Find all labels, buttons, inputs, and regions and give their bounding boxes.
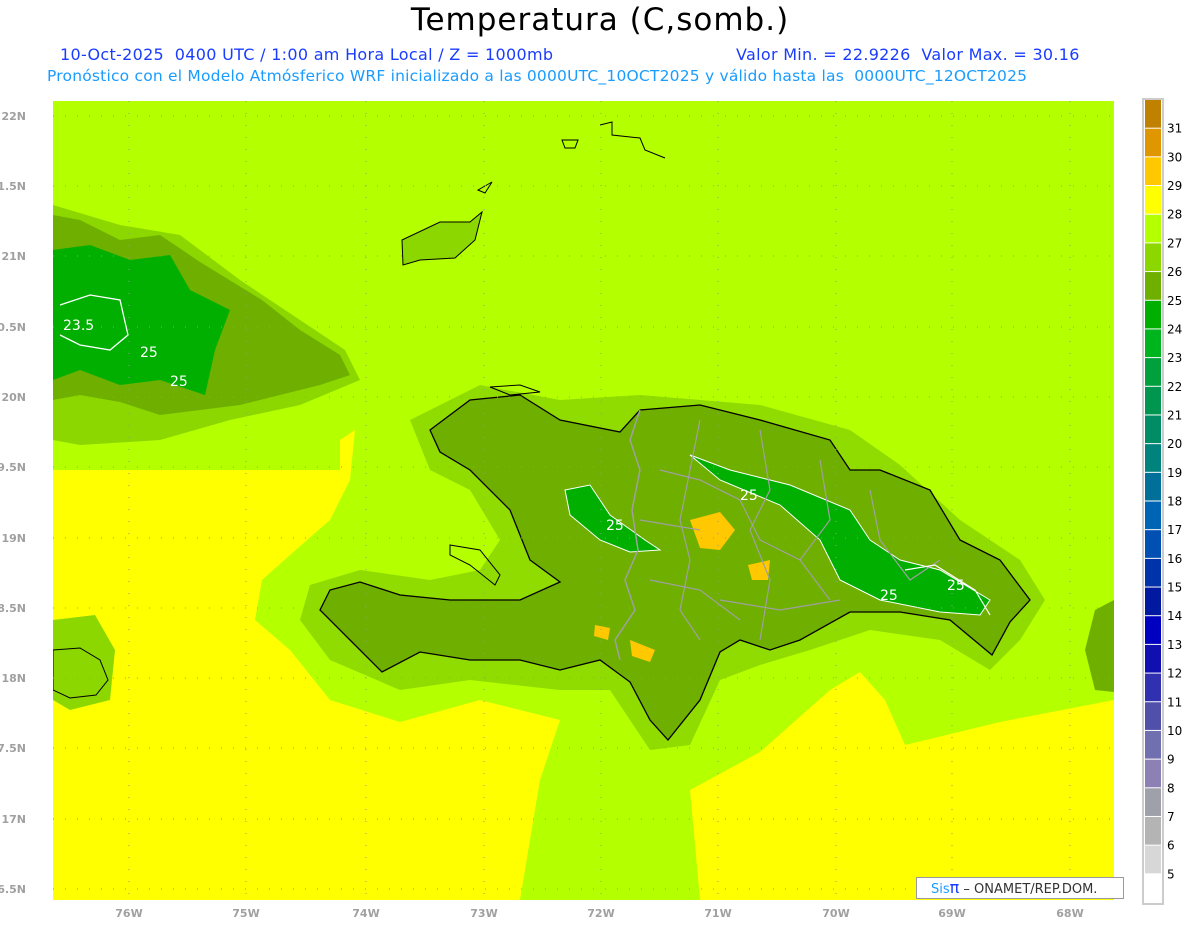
colorbar-swatch	[1145, 530, 1161, 558]
colorbar-label: 11	[1167, 695, 1182, 709]
colorbar-label: 12	[1167, 667, 1182, 681]
temperature-map: 23.5 25 25 25 25 25 25 76W 75W 74W 73W 72W 71…	[0, 98, 1182, 920]
contour-label: 25	[880, 588, 898, 604]
contour-label: 25	[947, 578, 965, 594]
colorbar-swatch	[1145, 644, 1161, 673]
lon-tick-label: 70W	[822, 907, 849, 920]
lat-tick-label: 6.5N	[0, 883, 26, 896]
colorbar-label: 16	[1167, 552, 1182, 566]
credit-org: – ONAMET/REP.DOM.	[959, 882, 1098, 897]
lat-tick-label: 22N	[1, 110, 26, 123]
contour-label: 25	[170, 374, 188, 390]
colorbar-swatch	[1145, 157, 1161, 186]
colorbar-swatch	[1145, 788, 1161, 816]
colorbar-swatch	[1145, 300, 1161, 329]
lon-tick-label: 75W	[232, 907, 259, 920]
colorbar-swatch	[1145, 358, 1161, 386]
colorbar-swatch	[1145, 386, 1161, 415]
colorbar-label: 6	[1167, 839, 1175, 853]
colorbar-label: 27	[1167, 236, 1182, 250]
colorbar-label: 20	[1167, 437, 1182, 451]
credit-box: Sisπ – ONAMET/REP.DOM.	[916, 877, 1124, 899]
lat-tick-label: 7.5N	[0, 742, 26, 755]
lat-tick-label: 18N	[1, 672, 26, 685]
colorbar-swatch	[1145, 673, 1161, 702]
colorbar-label: 7	[1167, 810, 1175, 824]
colorbar-swatch	[1145, 272, 1161, 300]
colorbar-label: 19	[1167, 466, 1182, 480]
colorbar-swatch	[1145, 558, 1161, 587]
latitude-labels: 22N 1.5N 21N 0.5N 20N 9.5N 19N 8.5N 18N 7.5N 17N 6.…	[0, 110, 26, 896]
colorbar-label: 9	[1167, 753, 1175, 767]
colorbar-swatch	[1145, 730, 1161, 759]
colorbar-swatch	[1145, 444, 1161, 472]
colorbar-label: 23	[1167, 351, 1182, 365]
colorbar-label: 14	[1167, 609, 1182, 623]
min-max-values: Valor Min. = 22.9226 Valor Max. = 30.16	[736, 45, 1080, 64]
colorbar-swatch	[1145, 415, 1161, 444]
colorbar-label: 25	[1167, 294, 1182, 308]
colorbar-label: 29	[1167, 179, 1182, 193]
colorbar-swatch	[1145, 329, 1161, 358]
colorbar-label: 31	[1167, 122, 1182, 136]
lon-tick-label: 74W	[352, 907, 379, 920]
contour-label: 25	[606, 518, 624, 534]
colorbar-swatch	[1145, 616, 1161, 644]
colorbar-label: 24	[1167, 322, 1182, 336]
longitude-labels: 76W 75W 74W 73W 72W 71W 70W 69W 68W	[115, 907, 1083, 920]
colorbar-swatch	[1145, 501, 1161, 530]
lat-tick-label: 8.5N	[0, 602, 26, 615]
colorbar-label: 18	[1167, 495, 1182, 509]
contour-label: 25	[140, 345, 158, 361]
colorbar-swatch	[1145, 214, 1161, 243]
lon-tick-label: 73W	[470, 907, 497, 920]
contour-label: 23.5	[63, 318, 94, 334]
colorbar-swatch	[1145, 874, 1161, 902]
colorbar-swatch	[1145, 759, 1161, 788]
valid-time-subtitle: 10-Oct-2025 0400 UTC / 1:00 am Hora Loca…	[60, 45, 554, 64]
lat-tick-label: 17N	[1, 813, 26, 826]
lon-tick-label: 72W	[587, 907, 614, 920]
colorbar-swatch	[1145, 845, 1161, 874]
colorbar-swatch	[1145, 816, 1161, 845]
colorbar-label: 10	[1167, 724, 1182, 738]
map-plot-area	[53, 101, 1114, 900]
lat-tick-label: 1.5N	[0, 180, 26, 193]
model-info-subtitle: Pronóstico con el Modelo Atmósferico WRF…	[47, 67, 1028, 85]
colorbar-swatch	[1145, 587, 1161, 616]
colorbar-label: 21	[1167, 408, 1182, 422]
lon-tick-label: 68W	[1056, 907, 1083, 920]
map-title: Temperatura (C,somb.)	[410, 2, 790, 38]
lon-tick-label: 71W	[704, 907, 731, 920]
lon-tick-label: 69W	[938, 907, 965, 920]
contour-label: 25	[740, 488, 758, 504]
colorbar-swatch	[1145, 186, 1161, 214]
colorbar-label: 22	[1167, 380, 1182, 394]
colorbar-swatch	[1145, 100, 1161, 128]
colorbar-label: 5	[1167, 867, 1175, 881]
colorbar-swatch	[1145, 128, 1161, 157]
colorbar-swatch	[1145, 243, 1161, 272]
colorbar-swatch	[1145, 702, 1161, 730]
colorbar-swatch	[1145, 472, 1161, 501]
colorbar-label: 15	[1167, 581, 1182, 595]
colorbar-label: 26	[1167, 265, 1182, 279]
colorbar-label: 30	[1167, 150, 1182, 164]
colorbar-label: 28	[1167, 208, 1182, 222]
lat-tick-label: 0.5N	[0, 321, 26, 334]
lon-tick-label: 76W	[115, 907, 142, 920]
lat-tick-label: 21N	[1, 250, 26, 263]
colorbar: 31 30 29 28 27 26 25 24 23 22 21 20 19 18 17 16 15 14 13 12…	[1142, 98, 1182, 905]
colorbar-label: 13	[1167, 638, 1182, 652]
lat-tick-label: 9.5N	[0, 461, 26, 474]
pi-logo-icon: π	[949, 878, 960, 897]
credit-sis: Sis	[931, 882, 950, 897]
colorbar-label: 8	[1167, 781, 1175, 795]
colorbar-label: 17	[1167, 523, 1182, 537]
lat-tick-label: 19N	[1, 532, 26, 545]
lat-tick-label: 20N	[1, 391, 26, 404]
